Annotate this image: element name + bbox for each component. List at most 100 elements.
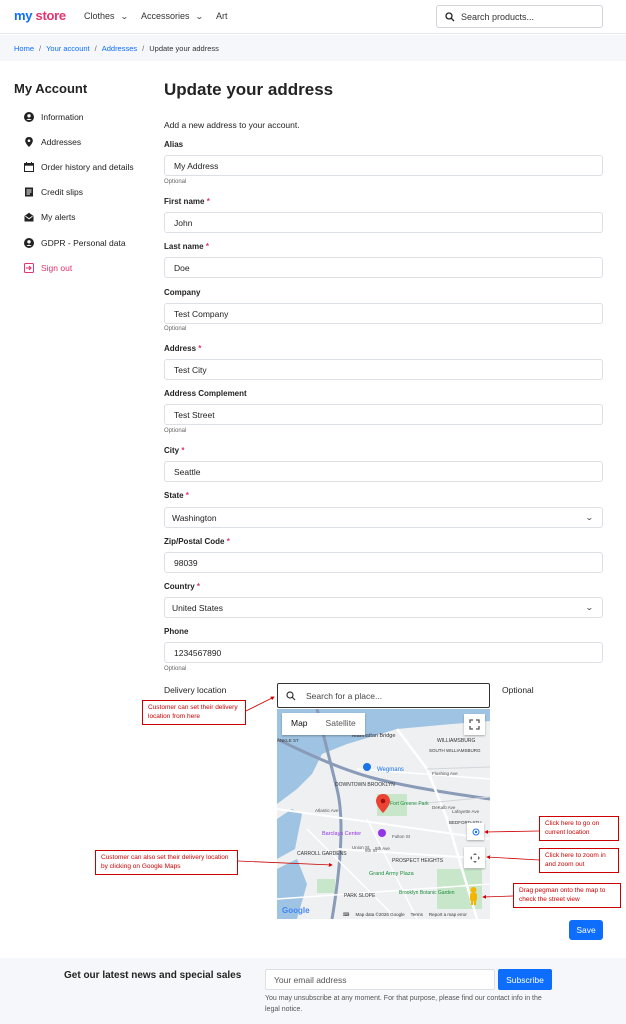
sidebar-item-information[interactable]: Information — [24, 112, 84, 122]
phone-label: Phone — [164, 627, 189, 636]
sidebar-item-order-history[interactable]: Order history and details — [24, 162, 134, 172]
delivery-location-label: Delivery location — [164, 685, 227, 695]
calendar-icon — [24, 162, 34, 172]
fullscreen-button[interactable] — [464, 714, 485, 735]
zoom-arrows-icon — [469, 852, 480, 863]
last-name-label: Last name * — [164, 242, 209, 251]
map-label: Lafayette Ave — [452, 809, 480, 814]
chevron-down-icon: ⌄ — [585, 513, 595, 522]
pegman-icon[interactable] — [466, 886, 481, 906]
store-logo[interactable]: my store — [14, 8, 66, 23]
city-label: City * — [164, 446, 185, 455]
map-label: DOWNTOWN BROOKLYN — [335, 782, 395, 788]
map-label: CARROLL GARDENS — [297, 851, 347, 857]
chevron-down-icon: ⌄ — [585, 603, 595, 612]
breadcrumb-home[interactable]: Home — [14, 44, 34, 53]
sign-out-icon — [24, 263, 34, 273]
optional-hint: Optional — [164, 666, 187, 672]
keyboard-icon[interactable]: ⌨ — [343, 912, 350, 918]
state-select[interactable]: Washington ⌄ — [164, 507, 603, 528]
chevron-down-icon: ⌄ — [194, 11, 204, 21]
map-label: PROSPECT HEIGHTS — [392, 858, 444, 864]
newsletter-title: Get our latest news and special sales — [64, 970, 242, 981]
google-map[interactable]: Manhattan Bridge WILLIAMSBURG SOUTH WILL… — [277, 709, 490, 919]
current-location-button[interactable] — [467, 823, 484, 840]
first-name-field[interactable]: John — [164, 212, 603, 233]
state-label: State * — [164, 491, 189, 500]
sidebar-item-addresses[interactable]: Addresses — [24, 137, 81, 147]
map-label: 5th Ave — [375, 846, 390, 851]
nav-art[interactable]: Art — [216, 11, 228, 21]
breadcrumb-current: Update your address — [149, 44, 219, 53]
search-icon — [286, 690, 296, 700]
alias-field[interactable]: My Address — [164, 155, 603, 176]
map-label: Atlantic Ave — [315, 808, 339, 813]
map-label: Fort Greene Park — [390, 801, 429, 807]
company-field[interactable]: Test Company — [164, 303, 603, 324]
map-label: Wegmans — [377, 767, 404, 773]
zip-label: Zip/Postal Code * — [164, 537, 230, 546]
google-logo: Google — [282, 906, 310, 915]
city-field[interactable]: Seattle — [164, 461, 603, 482]
last-name-field[interactable]: Doe — [164, 257, 603, 278]
envelope-open-icon — [24, 212, 34, 222]
nav-accessories[interactable]: Accessories ⌄ — [141, 11, 204, 21]
first-name-label: First name * — [164, 197, 210, 206]
zoom-control-button[interactable] — [464, 847, 485, 868]
breadcrumb: Home / Your account / Addresses / Update yo… — [0, 35, 626, 61]
map-pin-icon — [25, 137, 33, 147]
address-complement-field[interactable]: Test Street — [164, 404, 603, 425]
sidebar-item-credit-slips[interactable]: Credit slips — [24, 187, 83, 197]
product-search[interactable]: Search products... — [436, 5, 603, 28]
site-header: my store Clothes ⌄ Accessories ⌄ Art Searc… — [0, 0, 626, 34]
map-label: Brooklyn Botanic Garden — [399, 890, 455, 896]
user-circle-icon — [24, 238, 34, 248]
phone-field[interactable]: 1234567890 — [164, 642, 603, 663]
subscribe-button[interactable]: Subscribe — [498, 969, 552, 990]
tab-map[interactable]: Map — [282, 713, 317, 735]
breadcrumb-addresses[interactable]: Addresses — [102, 44, 137, 53]
map-label: SOUTH WILLIAMSBURG — [429, 748, 481, 753]
annotation-click-map: Customer can also set their delivery loc… — [95, 850, 238, 875]
tab-satellite[interactable]: Satellite — [317, 713, 365, 735]
arena-marker-icon — [378, 829, 386, 837]
annotation-zoom: Click here to zoom in and zoom out — [539, 848, 619, 873]
map-label: Flushing Ave — [432, 771, 458, 776]
breadcrumb-your-account[interactable]: Your account — [46, 44, 90, 53]
alias-label: Alias — [164, 140, 184, 149]
newsletter-email-input[interactable]: Your email address — [265, 969, 495, 990]
fullscreen-icon — [469, 719, 480, 730]
company-label: Company — [164, 288, 201, 297]
crosshair-icon — [472, 828, 479, 835]
place-search-input[interactable]: Search for a place... — [277, 683, 490, 708]
chevron-down-icon: ⌄ — [119, 11, 129, 21]
map-tiles: Manhattan Bridge WILLIAMSBURG SOUTH WILL… — [277, 709, 490, 919]
sidebar-item-sign-out[interactable]: Sign out — [24, 263, 72, 273]
address-field[interactable]: Test City — [164, 359, 603, 380]
sidebar-item-my-alerts[interactable]: My alerts — [24, 212, 75, 222]
map-label: Barclays Center — [322, 831, 361, 837]
delivery-location-optional: Optional — [502, 685, 534, 695]
nav-clothes[interactable]: Clothes ⌄ — [84, 11, 129, 21]
map-label: Grand Army Plaza — [369, 871, 415, 877]
map-footer: ⌨ Map data ©2026 Google Terms Report a m… — [343, 912, 467, 918]
address-label: Address * — [164, 344, 202, 353]
search-icon — [445, 11, 455, 21]
sidebar-item-gdpr[interactable]: GDPR - Personal data — [24, 238, 126, 248]
save-button[interactable]: Save — [569, 920, 603, 940]
sidebar-title: My Account — [14, 81, 88, 96]
map-label: ANKLE ST — [277, 738, 299, 743]
map-label: Fulton St — [392, 834, 411, 839]
zip-field[interactable]: 98039 — [164, 552, 603, 573]
address-complement-label: Address Complement — [164, 389, 247, 398]
user-circle-icon — [24, 112, 34, 122]
form-intro: Add a new address to your account. — [164, 120, 300, 130]
optional-hint: Optional — [164, 326, 187, 332]
page-title: Update your address — [164, 80, 334, 99]
optional-hint: Optional — [164, 428, 187, 434]
country-select[interactable]: United States ⌄ — [164, 597, 603, 618]
receipt-icon — [25, 187, 33, 197]
map-type-tabs: Map Satellite — [282, 713, 365, 735]
newsletter-note: You may unsubscribe at any moment. For t… — [265, 995, 542, 1013]
annotation-current-location: Click here to go on current location — [539, 816, 619, 841]
